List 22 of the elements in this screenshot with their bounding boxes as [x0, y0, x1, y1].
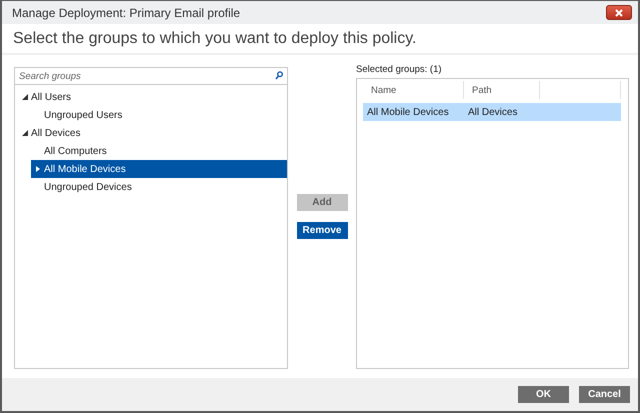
collapse-triangle-icon[interactable]: [22, 94, 28, 100]
dialog-heading: Select the groups to which you want to deploy this policy.: [13, 30, 416, 48]
close-icon: [615, 8, 623, 16]
tree-item[interactable]: All Devices: [18, 124, 287, 142]
expand-triangle-icon[interactable]: [36, 166, 40, 172]
close-button[interactable]: [606, 5, 632, 20]
selected-groups-label: Selected groups: (1): [356, 64, 443, 77]
table-row[interactable]: All Mobile Devices All Devices: [363, 103, 621, 121]
tree-item[interactable]: All Mobile Devices: [31, 160, 287, 178]
column-header[interactable]: Path: [464, 81, 540, 99]
tree-item[interactable]: All Computers: [31, 142, 287, 160]
window-title: Manage Deployment: Primary Email profile: [12, 6, 240, 20]
tree-item[interactable]: Ungrouped Devices: [31, 178, 287, 196]
tree-item[interactable]: Ungrouped Users: [31, 106, 287, 124]
ok-button[interactable]: OK: [518, 386, 569, 403]
remove-button[interactable]: Remove: [296, 222, 348, 239]
tree-item[interactable]: All Users: [18, 88, 287, 106]
cancel-button[interactable]: Cancel: [579, 386, 630, 403]
column-header[interactable]: Name: [363, 81, 464, 99]
search-field[interactable]: Search groups: [14, 67, 288, 85]
search-icon[interactable]: [275, 71, 283, 80]
collapse-triangle-icon[interactable]: [22, 130, 28, 136]
